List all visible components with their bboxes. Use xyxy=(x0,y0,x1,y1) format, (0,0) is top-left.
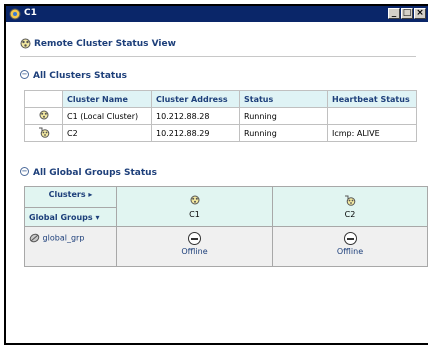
global-groups-label-text: Global Groups xyxy=(29,213,93,222)
app-window: C1 _ □ × Remote Cluster Status View − All… xyxy=(4,4,428,345)
remote-cluster-icon xyxy=(38,127,49,138)
groups-header-row: Clusters ▸ Global Groups ▾ C1 C2 xyxy=(24,186,428,227)
corner-header-cell: Clusters ▸ Global Groups ▾ xyxy=(24,186,117,227)
group-name: global_grp xyxy=(42,233,85,243)
column-header-cluster-name[interactable]: Cluster Name xyxy=(62,90,152,108)
global-groups-axis-label[interactable]: Global Groups ▾ xyxy=(29,213,99,222)
table-header-row: Cluster Name Cluster Address Status Hear… xyxy=(24,90,417,108)
clusters-section-label: All Clusters Status xyxy=(33,71,127,81)
groups-section-label: All Global Groups Status xyxy=(33,168,157,178)
heartbeat-status xyxy=(327,107,417,125)
maximize-button[interactable]: □ xyxy=(401,8,413,19)
clusters-table: Cluster Name Cluster Address Status Hear… xyxy=(24,90,417,142)
clusters-section-heading[interactable]: − All Clusters Status xyxy=(20,70,127,81)
cluster-address: 10.212.88.29 xyxy=(151,124,240,142)
column-header-cluster-address[interactable]: Cluster Address xyxy=(151,90,240,108)
view-title: Remote Cluster Status View xyxy=(34,39,176,49)
table-row[interactable]: global_grp Offline Offline xyxy=(24,226,428,267)
cluster-column-label: C2 xyxy=(344,209,356,219)
cluster-column-header[interactable]: C1 xyxy=(116,186,273,227)
cluster-column-header[interactable]: C2 xyxy=(272,186,428,227)
cluster-address: 10.212.88.28 xyxy=(151,107,240,125)
group-state-cell[interactable]: Offline xyxy=(116,226,273,267)
offline-icon xyxy=(188,232,201,245)
group-name-cell[interactable]: global_grp xyxy=(24,226,117,267)
column-header-heartbeat[interactable]: Heartbeat Status xyxy=(327,90,417,108)
cluster-name: C1 (Local Cluster) xyxy=(62,107,152,125)
triangle-right-icon: ▸ xyxy=(88,190,93,199)
clusters-label-text: Clusters xyxy=(48,190,86,199)
group-state: Offline xyxy=(181,247,208,256)
window-title: C1 xyxy=(24,8,37,18)
cluster-status: Running xyxy=(239,124,328,142)
table-row[interactable]: C2 10.212.88.29 Running Icmp: ALIVE xyxy=(24,124,417,142)
divider xyxy=(20,56,416,57)
table-row[interactable]: C1 (Local Cluster) 10.212.88.28 Running xyxy=(24,107,417,125)
cluster-row-icon-cell xyxy=(24,124,63,142)
cluster-app-icon xyxy=(9,8,21,20)
collapse-circle-icon[interactable]: − xyxy=(20,167,29,176)
cluster-name: C2 xyxy=(62,124,152,142)
cluster-icon xyxy=(20,38,31,49)
column-header-status[interactable]: Status xyxy=(239,90,328,108)
heartbeat-status: Icmp: ALIVE xyxy=(327,124,417,142)
title-bar: C1 _ □ × xyxy=(6,6,428,22)
icon-header-cell xyxy=(24,90,63,108)
triangle-down-icon: ▾ xyxy=(95,213,100,222)
clusters-axis-label[interactable]: Clusters ▸ xyxy=(25,190,116,199)
cluster-icon xyxy=(190,195,199,204)
group-state: Offline xyxy=(336,247,364,256)
offline-icon xyxy=(343,232,357,245)
cluster-status: Running xyxy=(239,107,328,125)
global-groups-table: Clusters ▸ Global Groups ▾ C1 C2 global_… xyxy=(24,186,428,267)
minimize-button[interactable]: _ xyxy=(388,8,400,19)
cluster-column-label: C1 xyxy=(189,209,200,219)
service-group-icon xyxy=(29,233,40,243)
remote-cluster-icon xyxy=(345,195,356,206)
groups-section-heading[interactable]: − All Global Groups Status xyxy=(20,167,157,178)
corner-divider xyxy=(25,207,116,208)
group-state-cell[interactable]: Offline xyxy=(272,226,428,267)
cluster-icon xyxy=(39,110,48,120)
collapse-circle-icon[interactable]: − xyxy=(20,70,29,79)
close-button[interactable]: × xyxy=(414,8,426,19)
cluster-row-icon-cell xyxy=(24,107,63,125)
